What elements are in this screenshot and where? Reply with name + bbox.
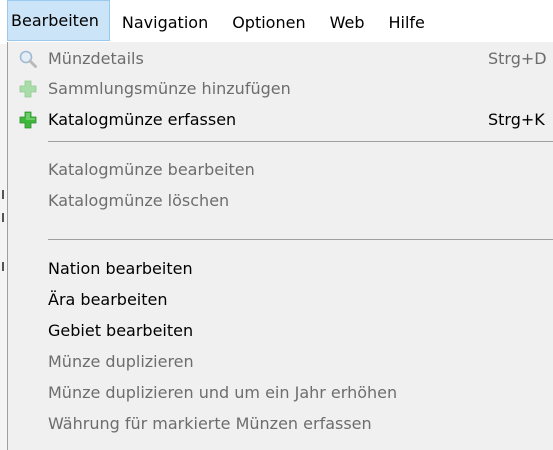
menu-item-muenze-duplizieren[interactable]: Münze duplizieren — [8, 345, 553, 377]
menu-item-muenze-duplizieren-jahr-erhoehen[interactable]: Münze duplizieren und um ein Jahr erhöhe… — [8, 376, 553, 408]
menu-item-label: Währung für markierte Münzen erfassen — [48, 413, 372, 433]
menu-navigation-label: Navigation — [121, 12, 209, 32]
menu-separator — [48, 239, 553, 240]
menu-item-katalogmuenze-loeschen[interactable]: Katalogmünze löschen — [8, 184, 553, 216]
menu-item-label: Münze duplizieren und um ein Jahr erhöhe… — [48, 382, 398, 402]
bearbeiten-dropdown-menu: Münzdetails Strg+D Sammlungsmünze hinzuf… — [7, 42, 553, 450]
menu-item-label: Nation bearbeiten — [48, 258, 193, 278]
magnifier-icon — [19, 50, 37, 68]
plus-icon — [19, 80, 37, 98]
menu-item-katalogmuenze-bearbeiten[interactable]: Katalogmünze bearbeiten — [8, 153, 553, 185]
menu-item-label: Sammlungsmünze hinzufügen — [48, 78, 291, 98]
menu-item-aera-bearbeiten[interactable]: Ära bearbeiten — [8, 283, 553, 315]
background-text-fragment — [2, 262, 4, 271]
screen: Bearbeiten Navigation Optionen Web Hilfe… — [0, 0, 553, 450]
menu-item-nation-bearbeiten[interactable]: Nation bearbeiten — [8, 252, 553, 284]
menu-item-label: Katalogmünze löschen — [48, 190, 230, 210]
menu-item-shortcut: Strg+D — [488, 48, 547, 68]
menu-bearbeiten-label: Bearbeiten — [11, 11, 99, 30]
menu-optionen-label: Optionen — [232, 12, 306, 32]
background-text-fragment — [2, 190, 4, 199]
menu-item-label: Münze duplizieren — [48, 351, 194, 371]
menu-item-shortcut: Strg+K — [488, 109, 545, 129]
menu-hilfe-label: Hilfe — [388, 12, 425, 32]
menu-item-sammlungsmuenze-hinzufuegen[interactable]: Sammlungsmünze hinzufügen — [8, 72, 553, 104]
menu-item-katalogmuenze-erfassen[interactable]: Katalogmünze erfassen Strg+K — [8, 103, 553, 135]
plus-icon — [19, 111, 37, 129]
menu-web-label: Web — [329, 12, 365, 32]
menu-item-label: Katalogmünze erfassen — [48, 109, 237, 129]
menu-item-label: Katalogmünze bearbeiten — [48, 159, 255, 179]
menu-separator — [48, 141, 553, 142]
menu-navigation[interactable]: Navigation — [110, 0, 222, 44]
menu-item-muenzdetails[interactable]: Münzdetails Strg+D — [8, 42, 553, 74]
menu-item-gebiet-bearbeiten[interactable]: Gebiet bearbeiten — [8, 314, 553, 346]
menu-item-label: Ära bearbeiten — [48, 289, 168, 309]
menu-web[interactable]: Web — [320, 0, 379, 44]
menu-item-waehrung-markierte-muenzen-erfassen[interactable]: Währung für markierte Münzen erfassen — [8, 407, 553, 439]
background-text-fragment — [2, 213, 4, 222]
menu-bearbeiten[interactable]: Bearbeiten — [7, 0, 110, 41]
menu-optionen[interactable]: Optionen — [222, 0, 319, 44]
menu-item-label: Münzdetails — [48, 48, 144, 68]
menu-bar: Bearbeiten Navigation Optionen Web Hilfe — [0, 0, 553, 44]
menu-item-label: Gebiet bearbeiten — [48, 320, 194, 340]
menu-hilfe[interactable]: Hilfe — [378, 0, 438, 44]
